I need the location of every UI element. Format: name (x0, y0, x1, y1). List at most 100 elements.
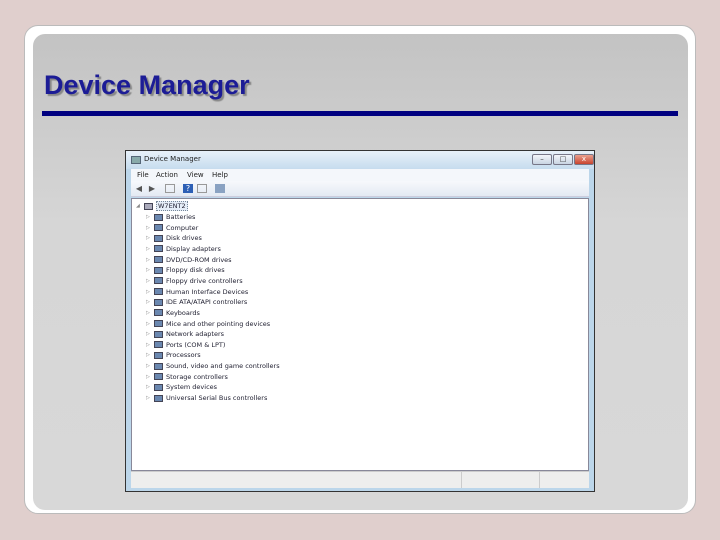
device-label: Computer (166, 223, 199, 232)
status-pane (461, 472, 539, 488)
properties-icon[interactable] (165, 184, 175, 193)
device-label: IDE ATA/ATAPI controllers (166, 298, 248, 307)
expand-icon: ▷ (146, 331, 150, 338)
tree-item[interactable]: ▷ Ports (COM & LPT) (146, 340, 225, 350)
expand-icon: ▷ (146, 373, 150, 380)
device-icon (154, 320, 163, 327)
menu-help[interactable]: Help (212, 171, 228, 179)
device-label: Display adapters (166, 244, 221, 253)
window-title: Device Manager (144, 155, 201, 163)
expand-icon: ▷ (146, 341, 150, 348)
help-icon[interactable]: ? (183, 184, 193, 193)
tree-item[interactable]: ▷ Floppy disk drives (146, 265, 225, 275)
slide-title: Device Manager (44, 70, 250, 100)
scan-hardware-icon[interactable] (215, 184, 225, 193)
device-icon (154, 298, 163, 306)
device-manager-window: Device Manager – □ x File Action View He… (125, 150, 595, 492)
tree-root[interactable]: ◢ W7ENT2 (136, 201, 188, 211)
computer-icon (144, 202, 153, 210)
device-label: Floppy drive controllers (166, 276, 243, 285)
tree-item[interactable]: ▷ DVD/CD-ROM drives (146, 255, 232, 265)
device-icon (154, 341, 163, 349)
back-arrow-icon[interactable]: ◀ (134, 184, 144, 193)
device-label: Sound, video and game controllers (166, 362, 280, 371)
tree-item[interactable]: ▷ System devices (146, 382, 217, 392)
tree-item[interactable]: ▷ IDE ATA/ATAPI controllers (146, 297, 247, 307)
collapse-icon: ◢ (136, 203, 140, 209)
view-icon[interactable] (197, 184, 207, 193)
tree-item[interactable]: ▷ Keyboards (146, 308, 200, 318)
title-bar[interactable]: Device Manager – □ x (126, 151, 594, 169)
minimize-button[interactable]: – (532, 154, 552, 165)
tree-item[interactable]: ▷ Batteries (146, 212, 195, 222)
device-label: DVD/CD-ROM drives (166, 255, 232, 264)
device-icon (154, 288, 163, 296)
device-icon (154, 266, 163, 274)
device-icon (154, 383, 163, 391)
tree-item[interactable]: ▷ Sound, video and game controllers (146, 361, 280, 371)
expand-icon: ▷ (146, 277, 150, 284)
device-manager-icon (131, 156, 141, 164)
device-label: Batteries (166, 213, 196, 221)
expand-icon: ▷ (146, 235, 150, 242)
device-label: Disk drives (166, 234, 202, 243)
device-icon (154, 234, 163, 242)
device-label: Ports (COM & LPT) (166, 340, 226, 349)
device-icon (154, 362, 163, 370)
menu-bar: File Action View Help (131, 169, 589, 181)
menu-action[interactable]: Action (156, 171, 178, 179)
device-icon (154, 351, 163, 359)
device-icon (154, 394, 163, 402)
device-label: Storage controllers (166, 372, 228, 381)
device-label: Mice and other pointing devices (166, 319, 271, 328)
expand-icon: ▷ (146, 245, 150, 252)
device-icon (154, 373, 163, 381)
tree-item[interactable]: ▷ Universal Serial Bus controllers (146, 393, 267, 403)
expand-icon: ▷ (146, 363, 150, 370)
expand-icon: ▷ (146, 214, 150, 220)
expand-icon: ▷ (146, 320, 150, 327)
status-pane (539, 472, 589, 488)
device-icon (154, 277, 163, 285)
forward-arrow-icon[interactable]: ▶ (147, 184, 157, 193)
device-icon (154, 330, 163, 338)
expand-icon: ▷ (146, 384, 150, 391)
title-underline (42, 111, 678, 116)
device-label: Floppy disk drives (166, 266, 225, 275)
status-bar (131, 471, 589, 488)
device-tree: ◢ W7ENT2 ▷ Batteries ▷ Computer ▷ Disk drives… (131, 198, 589, 471)
tree-item[interactable]: ▷ Floppy drive controllers (146, 276, 243, 286)
toolbar: ◀ ▶ ? (131, 181, 589, 197)
maximize-button[interactable]: □ (553, 154, 573, 165)
expand-icon: ▷ (146, 395, 150, 402)
tree-item[interactable]: ▷ Processors (146, 350, 201, 360)
device-label: Keyboards (166, 308, 200, 317)
root-label: W7ENT2 (156, 201, 188, 211)
expand-icon: ▷ (146, 267, 150, 274)
tree-item[interactable]: ▷ Mice and other pointing devices (146, 319, 270, 329)
tree-item[interactable]: ▷ Disk drives (146, 233, 202, 243)
expand-icon: ▷ (146, 256, 150, 263)
device-label: System devices (166, 383, 218, 392)
device-icon (154, 245, 163, 253)
tree-item[interactable]: ▷ Computer (146, 223, 198, 233)
tree-item[interactable]: ▷ Human Interface Devices (146, 287, 248, 297)
close-button[interactable]: x (574, 154, 594, 165)
device-label: Human Interface Devices (166, 287, 249, 296)
expand-icon: ▷ (146, 299, 150, 306)
device-label: Network adapters (166, 330, 225, 339)
menu-file[interactable]: File (137, 171, 149, 179)
expand-icon: ▷ (146, 352, 150, 359)
device-icon (154, 256, 163, 264)
device-label: Processors (166, 351, 201, 360)
device-icon (154, 213, 163, 221)
tree-item[interactable]: ▷ Network adapters (146, 329, 224, 339)
tree-item[interactable]: ▷ Storage controllers (146, 372, 228, 382)
expand-icon: ▷ (146, 224, 150, 231)
expand-icon: ▷ (146, 309, 150, 316)
tree-item[interactable]: ▷ Display adapters (146, 244, 221, 254)
menu-view[interactable]: View (187, 171, 204, 179)
device-icon (154, 309, 163, 317)
device-icon (154, 224, 163, 232)
device-label: Universal Serial Bus controllers (166, 394, 268, 403)
